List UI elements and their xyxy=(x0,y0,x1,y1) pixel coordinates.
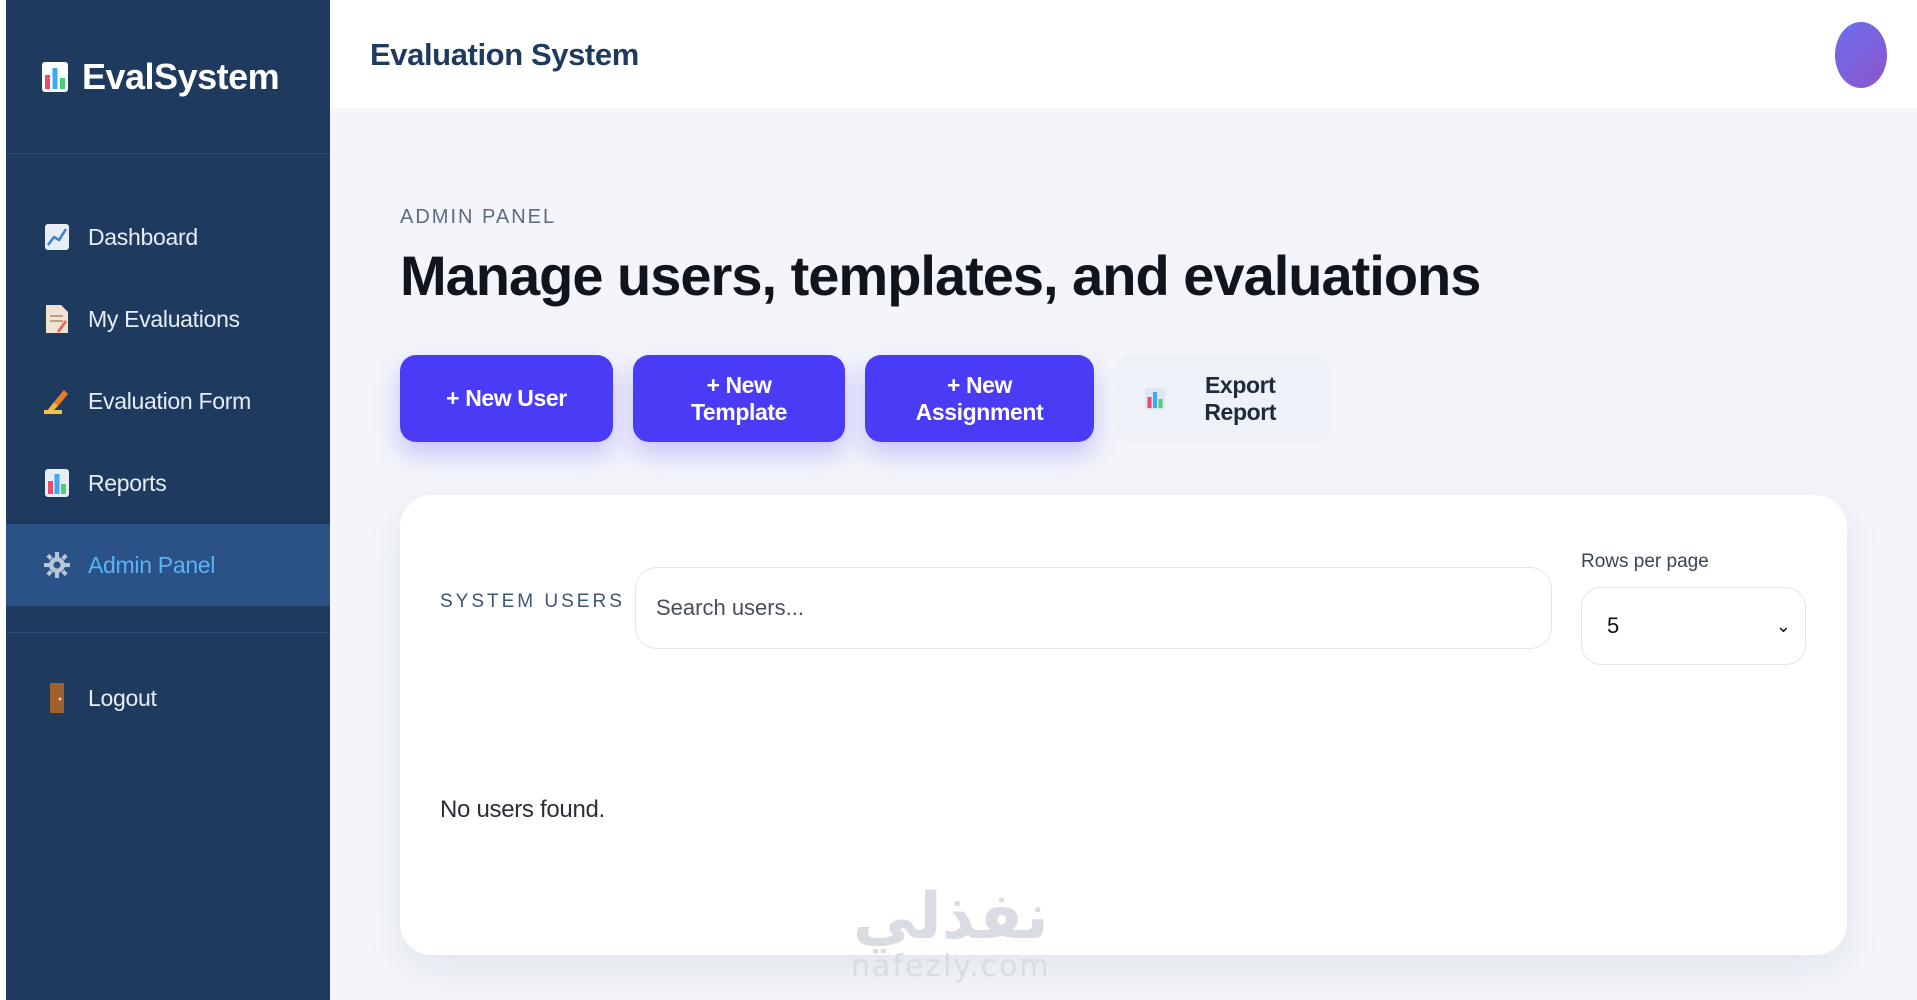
bar-chart-icon xyxy=(42,468,72,498)
top-header: Evaluation System xyxy=(330,0,1917,110)
watermark: نفذلي nafezly.com xyxy=(851,885,1051,984)
sidebar-divider: Logout xyxy=(6,632,330,739)
gear-icon xyxy=(42,550,72,580)
brand-name: EvalSystem xyxy=(82,55,280,97)
sidebar-item-label: Reports xyxy=(88,469,167,496)
chevron-down-icon: ⌄ xyxy=(1775,615,1791,636)
sidebar-item-reports[interactable]: Reports xyxy=(6,442,330,524)
page-eyebrow: ADMIN PANEL xyxy=(400,206,557,228)
watermark-latin: nafezly.com xyxy=(851,949,1051,984)
new-assignment-button[interactable]: + New Assignment xyxy=(865,355,1094,442)
sidebar-item-label: Logout xyxy=(88,684,157,711)
sidebar-item-label: Evaluation Form xyxy=(88,387,251,414)
door-icon xyxy=(42,683,72,713)
empty-state-message: No users found. xyxy=(440,796,605,823)
avatar[interactable] xyxy=(1835,21,1887,88)
bar-chart-icon xyxy=(1142,384,1167,414)
rows-per-page-value: 5 xyxy=(1607,613,1620,638)
sidebar-item-label: Dashboard xyxy=(88,223,198,250)
sidebar-item-logout[interactable]: Logout xyxy=(6,657,330,739)
users-card: SYSTEM USERS Rows per page 5 ⌄ No users … xyxy=(400,495,1847,955)
bar-chart-icon xyxy=(40,61,70,92)
header-title: Evaluation System xyxy=(370,36,639,72)
sidebar-item-label: Admin Panel xyxy=(88,551,216,578)
sidebar-item-label: My Evaluations xyxy=(88,305,240,332)
sidebar-item-admin-panel[interactable]: Admin Panel xyxy=(6,524,330,606)
sidebar-item-my-evaluations[interactable]: My Evaluations xyxy=(6,278,330,360)
brand: EvalSystem xyxy=(6,0,330,154)
pen-icon xyxy=(42,386,72,416)
export-report-button[interactable]: Export Report xyxy=(1114,355,1331,442)
watermark-arabic: نفذلي xyxy=(852,880,1049,954)
users-section-label: SYSTEM USERS xyxy=(440,591,625,612)
sidebar-nav: Dashboard My Evaluations Evaluation Form… xyxy=(6,154,330,739)
action-bar: + New User + New Template + New Assignme… xyxy=(400,355,1331,442)
search-input[interactable] xyxy=(635,567,1552,649)
document-icon xyxy=(42,304,72,334)
export-report-label: Export Report xyxy=(1204,371,1277,425)
rows-per-page-label: Rows per page xyxy=(1581,551,1709,572)
line-chart-icon xyxy=(42,222,72,252)
sidebar: EvalSystem Dashboard My Evaluations Eval… xyxy=(6,0,330,1000)
new-user-button[interactable]: + New User xyxy=(400,355,613,442)
main-content: ADMIN PANEL Manage users, templates, and… xyxy=(330,111,1917,1000)
sidebar-item-evaluation-form[interactable]: Evaluation Form xyxy=(6,360,330,442)
page-title: Manage users, templates, and evaluations xyxy=(400,244,1481,307)
rows-per-page-select[interactable]: 5 ⌄ xyxy=(1581,587,1806,665)
new-template-button[interactable]: + New Template xyxy=(633,355,845,442)
sidebar-item-dashboard[interactable]: Dashboard xyxy=(6,196,330,278)
